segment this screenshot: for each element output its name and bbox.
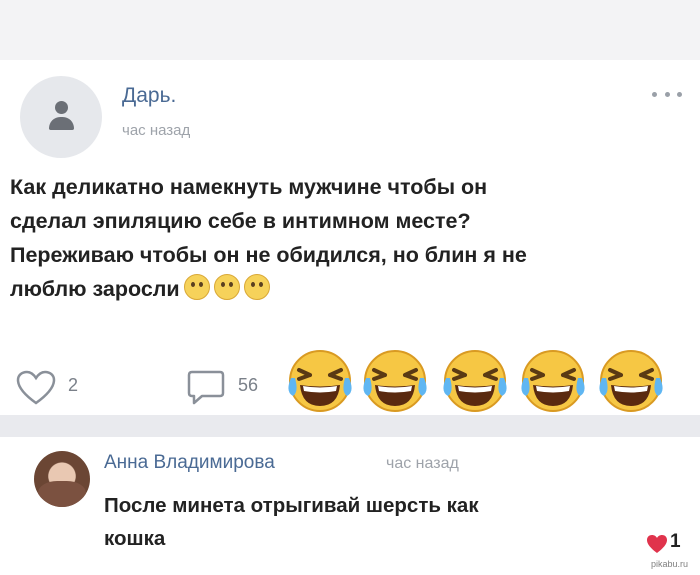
post-like-count: 2 xyxy=(68,375,79,395)
post-author-name[interactable]: Дарь. xyxy=(122,84,176,108)
avatar-hair xyxy=(38,481,86,507)
laughing-tears-emoji-icon xyxy=(288,350,352,412)
grimacing-emoji-icon xyxy=(213,274,240,300)
comment-bubble-icon[interactable] xyxy=(186,369,226,407)
post-text-line: Как деликатно намекнуть мужчине чтобы он xyxy=(10,175,488,199)
post-time: час назад xyxy=(122,122,191,139)
comment-text-line: кошка xyxy=(104,527,166,550)
comment-card: Анна Владимирова час назад После минета … xyxy=(0,437,700,575)
section-separator xyxy=(0,415,700,437)
post-comment-count: 56 xyxy=(238,375,259,395)
commenter-name[interactable]: Анна Владимирова xyxy=(104,452,275,474)
user-silhouette-body xyxy=(49,117,74,130)
user-silhouette-icon xyxy=(55,101,68,114)
comment-like-count: 1 xyxy=(670,531,681,552)
post-card: Дарь. час назад Как деликатно намекнуть … xyxy=(0,60,700,415)
comment-text: После минета отрыгивай шерсть как кошка xyxy=(104,489,644,555)
like-heart-icon[interactable] xyxy=(16,370,56,406)
commenter-avatar[interactable] xyxy=(34,451,90,507)
laughing-tears-emoji-icon xyxy=(599,350,663,412)
laughing-tears-emoji-icon xyxy=(521,350,585,412)
more-options-icon[interactable] xyxy=(652,90,682,98)
comment-text-line: После минета отрыгивай шерсть как xyxy=(104,494,479,517)
laughing-tears-emoji-icon xyxy=(443,350,507,412)
user-avatar[interactable] xyxy=(20,76,102,158)
laughing-tears-emoji-icon xyxy=(363,350,427,412)
comment-time: час назад xyxy=(386,455,459,472)
comment-like-heart-icon[interactable] xyxy=(646,534,668,554)
grimacing-emoji-icon xyxy=(243,274,270,300)
post-text-last: люблю заросли xyxy=(10,277,180,301)
post-text: Как деликатно намекнуть мужчине чтобы он… xyxy=(10,170,690,306)
post-text-line: люблю заросли xyxy=(10,272,690,306)
post-text-line: Переживаю чтобы он не обидился, но блин … xyxy=(10,243,527,267)
grimacing-emoji-icon xyxy=(183,274,210,300)
watermark: pikabu.ru xyxy=(651,559,689,569)
post-text-line: сделал эпиляцию себе в интимном месте? xyxy=(10,209,471,233)
top-background xyxy=(0,0,700,60)
